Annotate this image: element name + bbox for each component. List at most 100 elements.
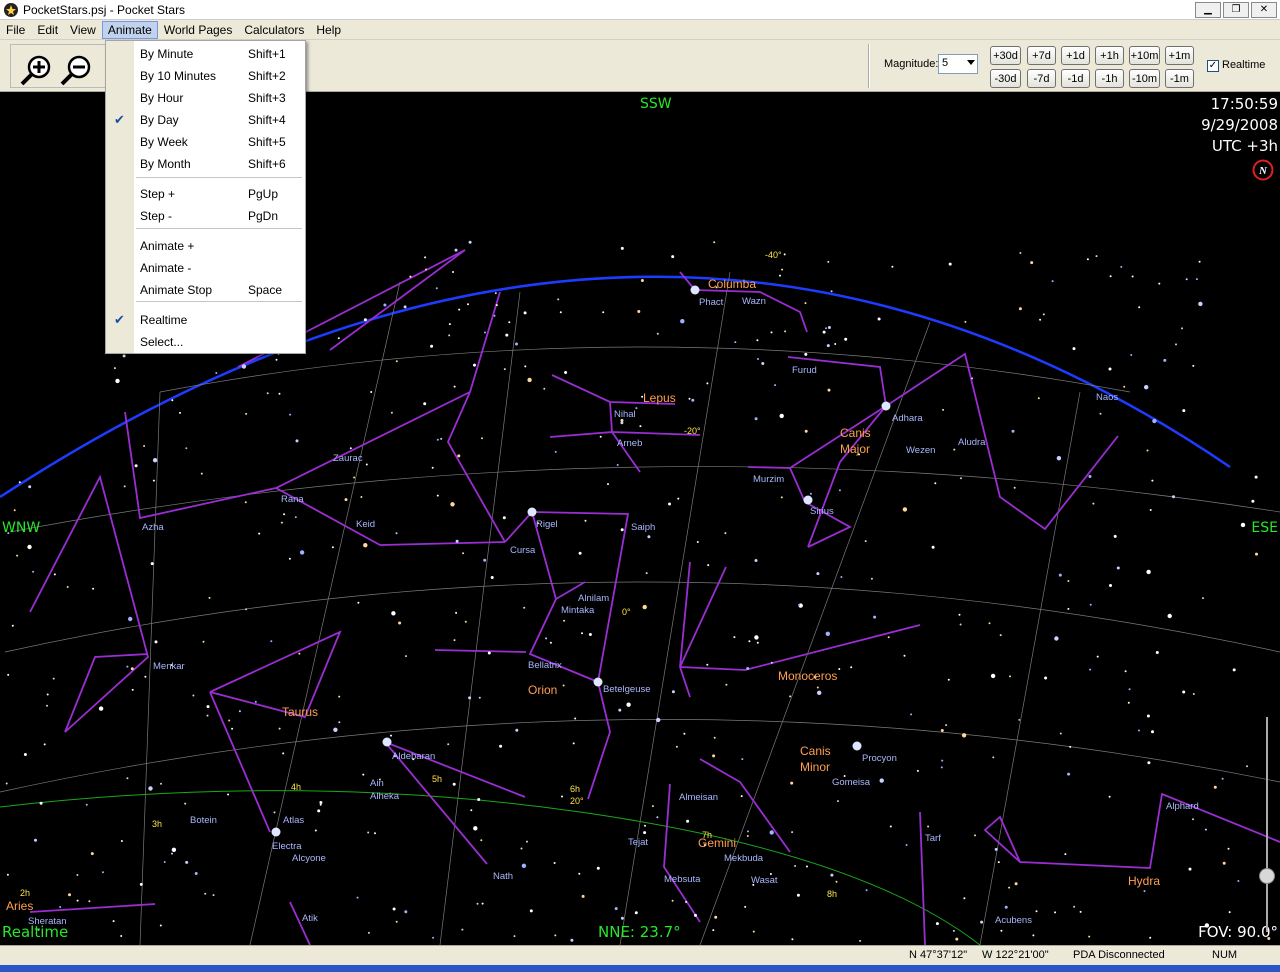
grid-label: -40° [765, 250, 782, 260]
menu-item-by-hour[interactable]: By Hour Shift+3 [106, 87, 305, 109]
step-plus-10m-button[interactable]: +10m [1129, 46, 1160, 65]
menu-world-pages[interactable]: World Pages [158, 21, 238, 39]
constellation-label: Canis [840, 426, 871, 440]
step-minus-1h-button[interactable]: -1h [1095, 69, 1124, 88]
star [360, 496, 363, 498]
step-plus-30d-button[interactable]: +30d [990, 46, 1021, 65]
menu-item-animate[interactable]: Animate - [106, 257, 305, 279]
menu-item-by-day[interactable]: ✔ By Day Shift+4 [106, 109, 305, 131]
close-button[interactable]: ✕ [1251, 2, 1277, 18]
star [790, 781, 794, 785]
menu-item-animate[interactable]: Animate + [106, 235, 305, 257]
star-label: Alphard [1166, 801, 1199, 812]
star [202, 640, 205, 643]
star [152, 479, 155, 482]
menu-edit[interactable]: Edit [31, 21, 64, 39]
menu-item-by-minute[interactable]: By Minute Shift+1 [106, 43, 305, 65]
star-label: Betelgeuse [603, 684, 651, 695]
menu-animate[interactable]: Animate [101, 20, 158, 39]
constellation-line [209, 691, 271, 833]
compass-icon[interactable]: N [1252, 159, 1274, 181]
star-label: Adhara [892, 413, 923, 424]
menu-item-by-10-minutes[interactable]: By 10 Minutes Shift+2 [106, 65, 305, 87]
star [455, 539, 459, 543]
menu-calculators[interactable]: Calculators [238, 21, 310, 39]
restore-button[interactable]: ❐ [1223, 2, 1249, 18]
constellation-label: Taurus [282, 705, 318, 719]
star [747, 830, 749, 833]
step-minus-30d-button[interactable]: -30d [990, 69, 1021, 88]
star [227, 793, 230, 796]
star-label: Acubens [995, 915, 1032, 926]
menu-item-animate-stop[interactable]: Animate Stop Space [106, 279, 305, 301]
star [1088, 935, 1091, 938]
star [273, 811, 276, 814]
star [1158, 282, 1161, 285]
star [473, 826, 478, 831]
menu-help[interactable]: Help [310, 21, 347, 39]
star [1089, 603, 1092, 606]
menu-separator [136, 177, 302, 178]
step-minus-7d-button[interactable]: -7d [1027, 69, 1056, 88]
star [1092, 502, 1095, 505]
star [744, 905, 747, 908]
zoom-out-icon[interactable] [59, 53, 93, 87]
star [935, 922, 939, 926]
star [806, 865, 808, 868]
menu-item-realtime[interactable]: ✔ Realtime [106, 309, 305, 331]
star [549, 641, 552, 644]
animate-menu-dropdown: By Minute Shift+1 By 10 Minutes Shift+2 By H… [105, 40, 306, 354]
star [671, 899, 674, 902]
menu-item-step[interactable]: Step + PgUp [106, 183, 305, 205]
realtime-checkbox[interactable]: ✓ [1207, 60, 1219, 72]
star [781, 268, 784, 271]
step-plus-1h-button[interactable]: +1h [1095, 46, 1124, 65]
star [796, 893, 800, 897]
step-minus-10m-button[interactable]: -10m [1129, 69, 1160, 88]
fov-slider-handle[interactable] [1259, 868, 1275, 884]
star [830, 290, 833, 293]
star [171, 847, 177, 852]
star [1113, 534, 1117, 538]
star [561, 795, 563, 798]
menu-view[interactable]: View [64, 21, 102, 39]
star [362, 773, 365, 776]
star [961, 733, 967, 738]
star [275, 358, 278, 361]
menu-file[interactable]: File [0, 21, 31, 39]
star [584, 519, 587, 522]
star [1004, 905, 1008, 909]
star [1254, 475, 1258, 479]
star [620, 916, 624, 920]
star [39, 801, 43, 805]
magnitude-select[interactable]: 5 [938, 54, 978, 74]
step-minus-1m-button[interactable]: -1m [1165, 69, 1194, 88]
menu-item-by-week[interactable]: By Week Shift+5 [106, 131, 305, 153]
minimize-button[interactable]: ▁ [1195, 2, 1221, 18]
star [891, 265, 894, 268]
menu-item-select[interactable]: Select... [106, 331, 305, 353]
step-plus-7d-button[interactable]: +7d [1027, 46, 1056, 65]
star [691, 398, 695, 402]
mode-display: Realtime [2, 923, 69, 941]
star [873, 615, 877, 619]
star [1204, 828, 1207, 831]
star [185, 860, 189, 864]
star [607, 483, 609, 486]
fov-slider-track[interactable] [1266, 717, 1268, 932]
step-plus-1m-button[interactable]: +1m [1165, 46, 1194, 65]
app-icon [4, 2, 18, 17]
star [244, 501, 247, 504]
menu-item-by-month[interactable]: By Month Shift+6 [106, 153, 305, 175]
step-minus-1d-button[interactable]: -1d [1061, 69, 1090, 88]
star [596, 866, 600, 870]
grid-label: 20° [570, 796, 584, 806]
utc-offset-display: UTC +3h [1211, 137, 1278, 155]
menu-item-step[interactable]: Step - PgDn [106, 205, 305, 227]
step-plus-1d-button[interactable]: +1d [1061, 46, 1090, 65]
star [208, 596, 211, 599]
star [241, 364, 247, 369]
zoom-in-icon[interactable] [19, 53, 53, 87]
star [640, 279, 644, 282]
star [1246, 765, 1248, 768]
